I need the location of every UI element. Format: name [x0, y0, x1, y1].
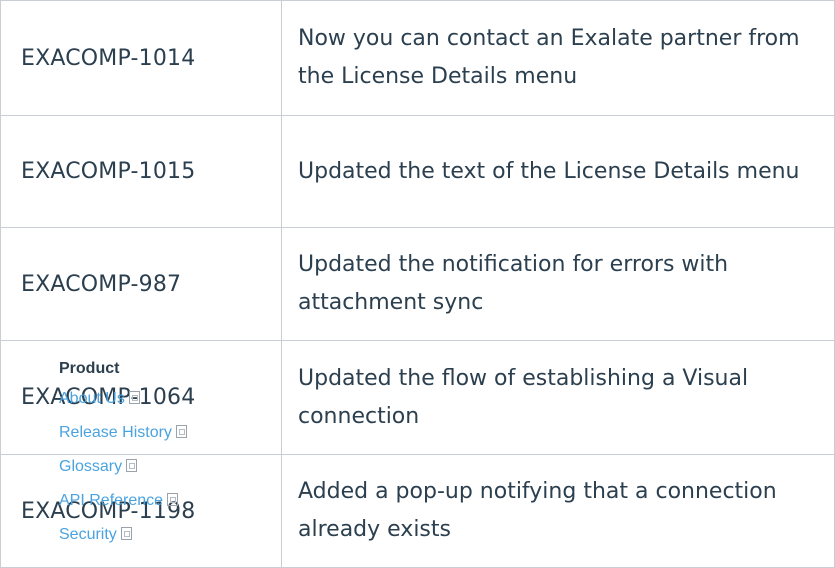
issue-description: Updated the flow of establishing a Visua… [298, 365, 749, 429]
description-cell: Added a pop-up notifying that a connecti… [281, 454, 835, 568]
external-link-icon [167, 493, 179, 506]
footer-heading: Product [59, 360, 120, 377]
link-label: Glossary [59, 458, 123, 475]
description-cell: Updated the flow of establishing a Visua… [281, 340, 835, 455]
link-label: Release History [59, 424, 172, 441]
description-cell: Updated the text of the License Details … [281, 115, 835, 228]
external-link-icon [126, 459, 138, 472]
glossary-link[interactable]: Glossary [59, 450, 187, 484]
link-label: API Reference [59, 492, 164, 509]
external-link-icon [128, 391, 140, 404]
issue-key-cell: EXACOMP-1014 [0, 0, 281, 116]
table-row: EXACOMP-987 Updated the notification for… [0, 227, 835, 341]
issue-key-cell: EXACOMP-987 [0, 227, 281, 341]
external-link-icon [175, 425, 187, 438]
description-cell: Updated the notification for errors with… [281, 227, 835, 341]
link-label: Security [59, 526, 117, 543]
issue-description: Updated the notification for errors with… [298, 252, 729, 315]
issue-key: EXACOMP-987 [21, 271, 182, 297]
api-reference-link[interactable]: API Reference [59, 484, 187, 518]
footer-product-links: Product About Us Release History Glossar… [59, 356, 187, 552]
issue-key: EXACOMP-1015 [21, 159, 196, 184]
description-cell: Now you can contact an Exalate partner f… [281, 0, 835, 116]
link-label: About Us [59, 390, 125, 407]
table-row: EXACOMP-1015 Updated the text of the Lic… [0, 115, 835, 228]
issue-description: Added a pop-up notifying that a connecti… [298, 479, 777, 542]
table-row: EXACOMP-1014 Now you can contact an Exal… [0, 0, 835, 116]
security-link[interactable]: Security [59, 518, 187, 552]
issue-key: EXACOMP-1014 [21, 45, 196, 71]
issue-description: Now you can contact an Exalate partner f… [298, 26, 800, 89]
issue-key-cell: EXACOMP-1015 [0, 115, 281, 228]
release-history-link[interactable]: Release History [59, 416, 187, 450]
external-link-icon [120, 527, 132, 540]
about-us-link[interactable]: About Us [59, 382, 187, 416]
issue-description: Updated the text of the License Details … [298, 158, 800, 184]
